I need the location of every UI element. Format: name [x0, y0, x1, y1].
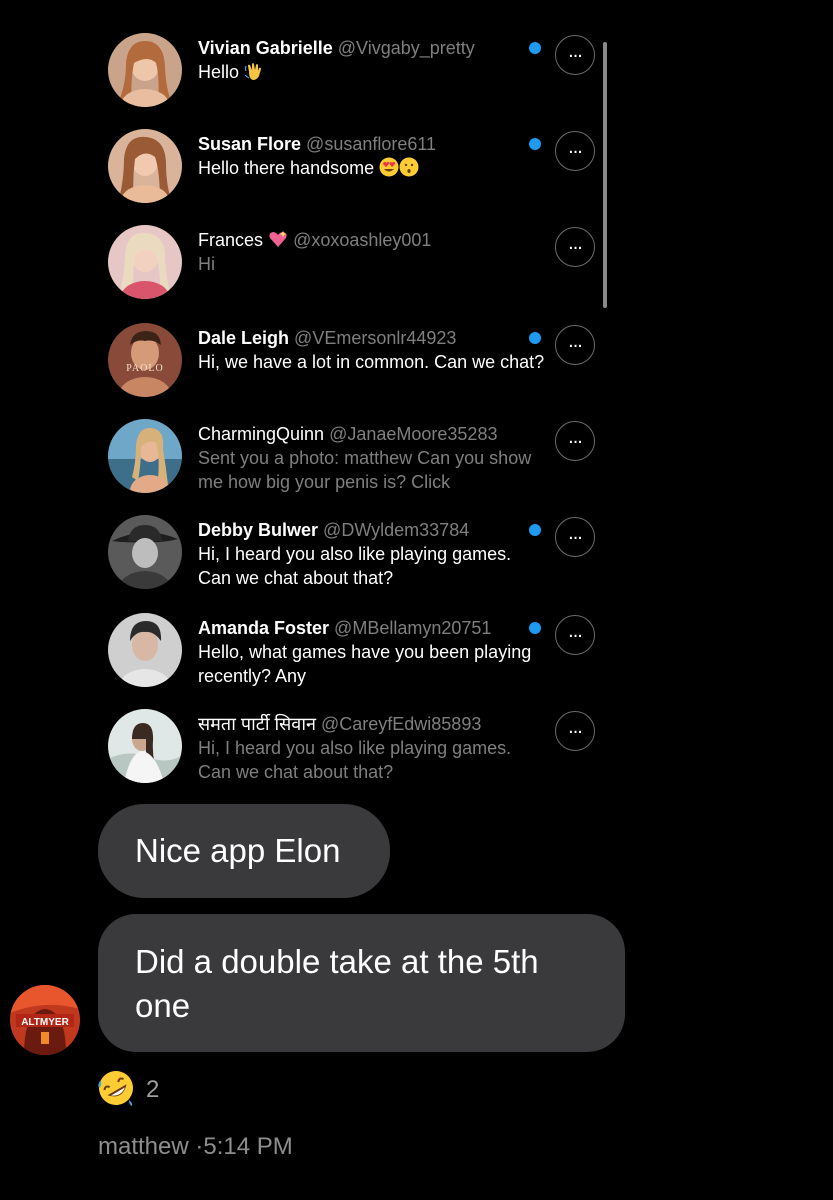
more-options-button[interactable]: ...: [555, 615, 595, 655]
dm-item-debby[interactable]: Debby Bulwer @DWyldem33784 Hi, I heard y…: [95, 500, 611, 592]
dm-list-screenshot: Vivian Gabrielle @Vivgaby_pretty Hello .…: [95, 18, 611, 790]
unread-dot: [529, 622, 541, 634]
sparkling-heart-icon: [268, 229, 288, 249]
message-meta: matthew ·5:14 PM: [98, 1133, 293, 1161]
dm-handle: @CareyfEdwi85893: [320, 714, 482, 734]
scrollbar[interactable]: [603, 42, 607, 308]
dm-name: Amanda Foster: [198, 618, 330, 638]
dm-handle: @xoxoashley001: [293, 230, 432, 250]
sender-avatar[interactable]: ALTMYER: [10, 985, 80, 1055]
ellipsis-icon: ...: [568, 330, 583, 352]
dm-message: Hello: [198, 62, 240, 82]
more-options-button[interactable]: ...: [555, 131, 595, 171]
more-options-button[interactable]: ...: [555, 227, 595, 267]
dm-name: Susan Flore: [198, 134, 302, 154]
more-options-button[interactable]: ...: [555, 517, 595, 557]
unread-dot: [529, 524, 541, 536]
avatar: PAOLO: [108, 323, 182, 397]
avatar: [108, 419, 182, 493]
dm-handle: @Vivgaby_pretty: [337, 38, 475, 58]
avatar: [108, 515, 182, 589]
dm-name: Dale Leigh: [198, 328, 290, 348]
avatar-caption: PAOLO: [126, 363, 163, 374]
dm-message: Hi, I heard you also like playing games.…: [198, 738, 512, 782]
dm-item-dale[interactable]: PAOLO Dale Leigh @VEmersonlr44923 Hi, we…: [95, 308, 611, 400]
dm-name: CharmingQuinn: [198, 424, 325, 444]
ellipsis-icon: ...: [568, 232, 583, 254]
avatar: [108, 33, 182, 107]
dm-name: Vivian Gabrielle: [198, 38, 333, 58]
dm-name: Frances: [198, 230, 264, 250]
dm-message: Hello there handsome: [198, 158, 375, 178]
dm-item-susan[interactable]: Susan Flore @susanflore611 Hello there h…: [95, 114, 611, 206]
avatar: [108, 613, 182, 687]
ellipsis-icon: ...: [568, 716, 583, 738]
avatar: [108, 129, 182, 203]
dm-item-amanda[interactable]: Amanda Foster @MBellamyn20751 Hello, wha…: [95, 598, 611, 690]
sender-name: matthew: [98, 1133, 189, 1160]
dm-message: Hi, we have a lot in common. Can we chat…: [198, 352, 545, 372]
timestamp: 5:14 PM: [203, 1133, 293, 1160]
dm-name: समता पार्टी सिवान: [198, 714, 316, 734]
waving-hand-icon: [244, 61, 264, 81]
avatar: [108, 225, 182, 299]
dm-message: Hello, what games have you been playing …: [198, 642, 532, 686]
dm-item-samata[interactable]: समता पार्टी सिवान @CareyfEdwi85893 Hi, I…: [95, 694, 611, 786]
dm-message: Hi: [198, 254, 215, 274]
kissing-face-icon: [399, 157, 419, 177]
ellipsis-icon: ...: [568, 620, 583, 642]
message-bubble[interactable]: Did a double take at the 5th one: [98, 914, 625, 1052]
rolling-on-floor-laughing-icon: [96, 1068, 136, 1113]
heart-eyes-icon: [379, 157, 399, 177]
ellipsis-icon: ...: [568, 426, 583, 448]
dm-message: Hi, I heard you also like playing games.…: [198, 544, 512, 588]
more-options-button[interactable]: ...: [555, 35, 595, 75]
message-bubble[interactable]: Nice app Elon: [98, 804, 390, 898]
dm-item-frances[interactable]: Frances @xoxoashley001 Hi ...: [95, 210, 611, 302]
dm-handle: @susanflore611: [306, 134, 437, 154]
ellipsis-icon: ...: [568, 136, 583, 158]
avatar-caption: ALTMYER: [21, 1017, 69, 1028]
dm-handle: @VEmersonlr44923: [294, 328, 457, 348]
ellipsis-icon: ...: [568, 522, 583, 544]
avatar: [108, 709, 182, 783]
dm-item-charmingquinn[interactable]: CharmingQuinn @JanaeMoore35283 Sent you …: [95, 404, 611, 496]
dm-handle: @DWyldem33784: [323, 520, 470, 540]
dm-handle: @JanaeMoore35283: [329, 424, 498, 444]
dm-message: Sent you a photo: matthew Can you show m…: [198, 448, 532, 492]
dm-handle: @MBellamyn20751: [334, 618, 492, 638]
ellipsis-icon: ...: [568, 40, 583, 62]
more-options-button[interactable]: ...: [555, 325, 595, 365]
unread-dot: [529, 332, 541, 344]
more-options-button[interactable]: ...: [555, 421, 595, 461]
dm-item-vivian[interactable]: Vivian Gabrielle @Vivgaby_pretty Hello .…: [95, 18, 611, 110]
unread-dot: [529, 42, 541, 54]
reaction-count: 2: [146, 1076, 160, 1103]
dm-name: Debby Bulwer: [198, 520, 319, 540]
more-options-button[interactable]: ...: [555, 711, 595, 751]
reaction[interactable]: 2: [96, 1070, 159, 1110]
unread-dot: [529, 138, 541, 150]
